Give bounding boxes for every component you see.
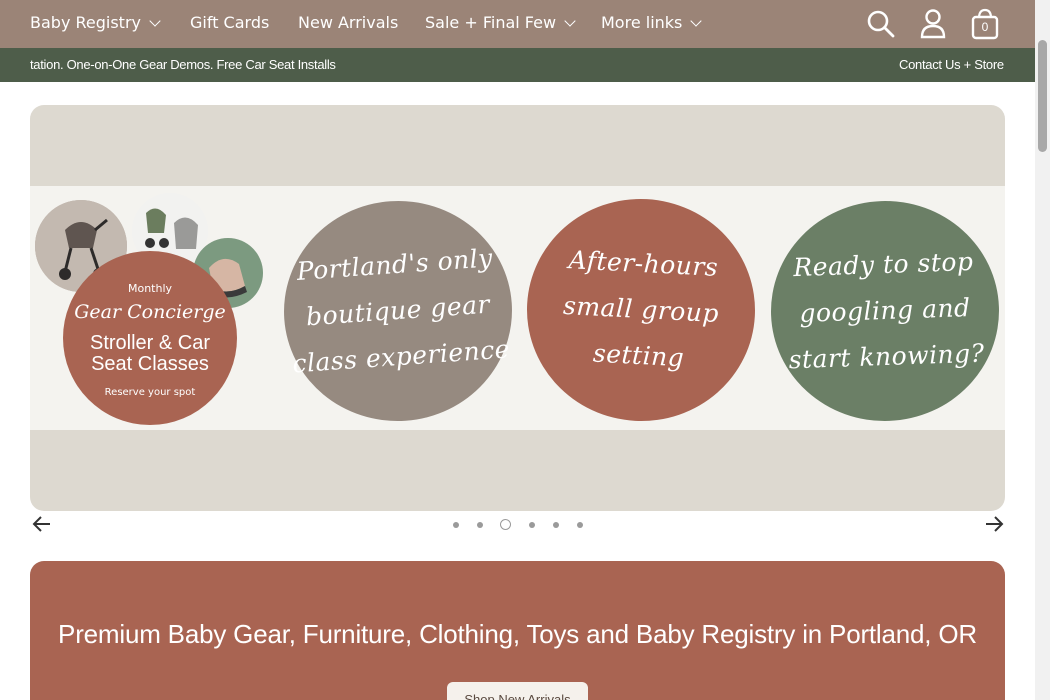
- circle-text: start knowing?: [788, 338, 986, 375]
- scrollbar-thumb[interactable]: [1038, 40, 1047, 152]
- chevron-down-icon: [149, 15, 161, 27]
- announcement-text-contact[interactable]: Contact Us + Store H: [899, 57, 1005, 72]
- promo-classes-line2: Seat Classes: [91, 353, 209, 375]
- announcement-bar: tation. One-on-One Gear Demos. Free Car …: [0, 48, 1035, 82]
- circle-text: Ready to stop: [792, 246, 974, 283]
- carousel-dot-4[interactable]: [529, 522, 535, 528]
- next-slide-arrow-icon[interactable]: [984, 514, 1004, 538]
- promo-monthly: Monthly: [127, 282, 173, 295]
- announcement-text[interactable]: tation. One-on-One Gear Demos. Free Car …: [30, 57, 336, 72]
- circle-text: small group: [562, 290, 720, 329]
- chevron-down-icon: [690, 15, 703, 27]
- nav-item-gift-cards[interactable]: Gift Cards: [190, 13, 269, 33]
- carousel-dot-1[interactable]: [453, 522, 459, 528]
- nav-item-new-arrivals[interactable]: New Arrivals: [298, 13, 398, 33]
- circle-text: googling and: [798, 293, 972, 328]
- carousel-dot-5[interactable]: [553, 522, 559, 528]
- nav-label: New Arrivals: [298, 13, 399, 32]
- nav-item-baby-registry[interactable]: Baby Registry: [30, 13, 161, 33]
- nav-label: Gift Cards: [190, 13, 270, 32]
- carousel-dot-3-active[interactable]: [500, 519, 511, 530]
- top-nav: Baby Registry Gift Cards New Arrivals Sa…: [0, 0, 1035, 48]
- hero-slide[interactable]: Monthly Gear Concierge Stroller & Car Se…: [30, 105, 1005, 511]
- previous-slide-arrow-icon[interactable]: [32, 514, 52, 538]
- circle-text: After-hours: [567, 245, 719, 282]
- nav-label: Baby Registry: [30, 13, 141, 32]
- chevron-down-icon: [564, 15, 576, 27]
- nav-label: Sale + Final Few: [425, 13, 557, 32]
- nav-item-more-links[interactable]: More links: [601, 13, 703, 33]
- promo-circle[interactable]: Monthly Gear Concierge Stroller & Car Se…: [63, 251, 237, 425]
- cart-icon[interactable]: 0: [971, 8, 999, 44]
- promo-classes-line1: Stroller & Car: [89, 332, 211, 354]
- banner-title: Premium Baby Gear, Furniture, Clothing, …: [58, 619, 977, 649]
- promo-gear-concierge: Gear Concierge: [74, 301, 226, 323]
- search-icon[interactable]: [866, 9, 896, 43]
- account-icon[interactable]: [920, 9, 946, 43]
- cart-count: 0: [981, 20, 989, 34]
- shop-new-arrivals-button[interactable]: Shop New Arrivals: [447, 682, 588, 700]
- promo-reserve: Reserve your spot: [104, 387, 196, 398]
- nav-item-sale-final-few[interactable]: Sale + Final Few: [425, 13, 576, 33]
- nav-label: More links: [601, 13, 683, 32]
- carousel-dot-6[interactable]: [577, 522, 583, 528]
- circle-text: setting: [592, 338, 685, 373]
- carousel-dot-2[interactable]: [477, 522, 483, 528]
